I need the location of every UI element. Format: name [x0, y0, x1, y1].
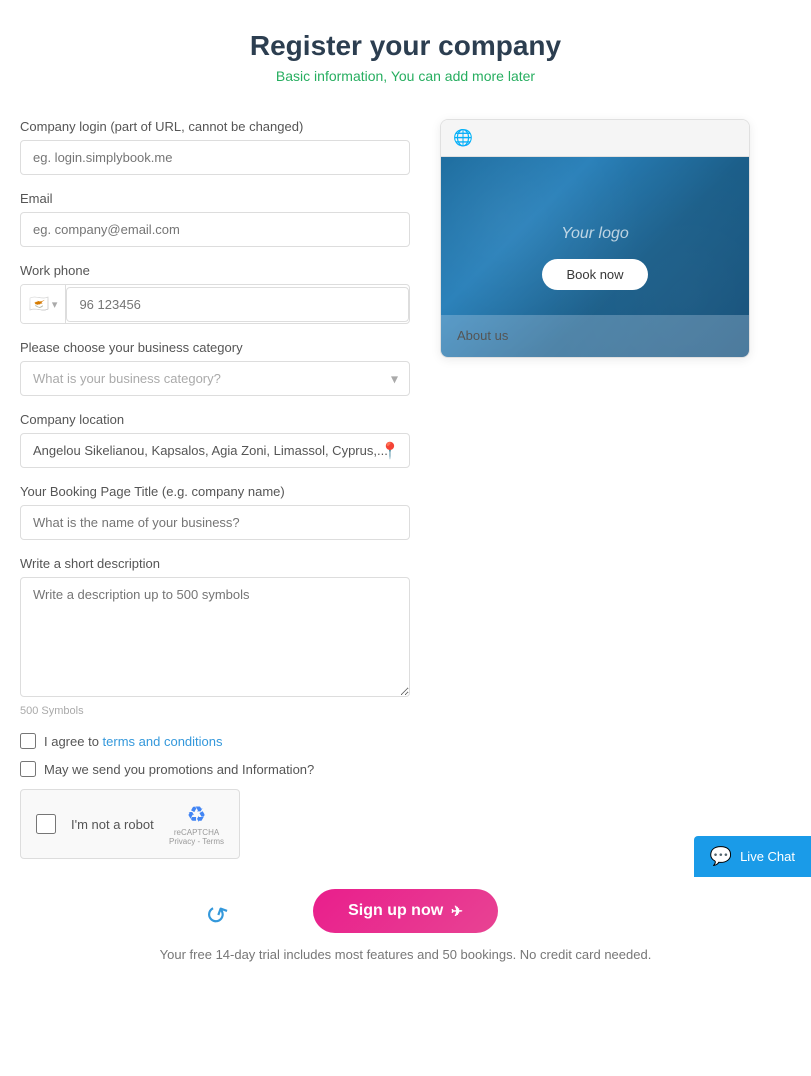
terms-checkbox-group: I agree to terms and conditions	[20, 733, 410, 749]
email-input[interactable]	[20, 212, 410, 247]
description-group: Write a short description 500 Symbols	[20, 556, 410, 717]
chat-icon: 💬	[710, 846, 732, 867]
description-label: Write a short description	[20, 556, 410, 571]
promotions-checkbox[interactable]	[20, 761, 36, 777]
recaptcha-icon: ♻	[187, 802, 207, 828]
preview-section: 🌐 Your logo Book now About us	[440, 119, 791, 358]
signup-button-label: Sign up now	[348, 902, 443, 920]
booking-title-label: Your Booking Page Title (e.g. company na…	[20, 484, 410, 499]
description-textarea[interactable]	[20, 577, 410, 697]
company-location-group: Company location 📍	[20, 412, 410, 468]
location-input-wrapper: 📍	[20, 433, 410, 468]
phone-label: Work phone	[20, 263, 410, 278]
page-container: Register your company Basic information,…	[0, 0, 811, 1076]
recaptcha-logo: ♻ reCAPTCHA Privacy - Terms	[169, 802, 224, 846]
company-login-input[interactable]	[20, 140, 410, 175]
your-logo-text: Your logo	[561, 225, 629, 243]
signup-button[interactable]: Sign up now ✈	[313, 889, 498, 933]
live-chat-button[interactable]: 💬 Live Chat	[694, 836, 811, 877]
main-content: Company login (part of URL, cannot be ch…	[20, 119, 791, 859]
signup-section: Sign up now ✈ Your free 14-day trial inc…	[20, 889, 791, 996]
business-category-label: Please choose your business category	[20, 340, 410, 355]
recaptcha-brand: reCAPTCHA	[174, 828, 219, 837]
promotions-checkbox-group: May we send you promotions and Informati…	[20, 761, 410, 777]
trial-text: Your free 14-day trial includes most fea…	[20, 945, 791, 965]
company-login-label: Company login (part of URL, cannot be ch…	[20, 119, 410, 134]
preview-card: 🌐 Your logo Book now About us	[440, 119, 750, 358]
about-us-label: About us	[457, 328, 508, 343]
page-header: Register your company Basic information,…	[20, 30, 791, 84]
business-category-select-wrapper: What is your business category? ▾	[20, 361, 410, 396]
book-now-button[interactable]: Book now	[542, 259, 647, 290]
arrow-decoration: ↺	[200, 897, 231, 934]
email-label: Email	[20, 191, 410, 206]
terms-checkbox[interactable]	[20, 733, 36, 749]
globe-icon: 🌐	[453, 128, 473, 148]
send-icon: ✈	[451, 903, 463, 920]
preview-about: About us	[441, 315, 749, 357]
terms-link[interactable]: terms and conditions	[103, 734, 223, 749]
recaptcha-widget[interactable]: I'm not a robot ♻ reCAPTCHA Privacy - Te…	[20, 789, 240, 859]
page-subtitle: Basic information, You can add more late…	[20, 68, 791, 84]
company-login-group: Company login (part of URL, cannot be ch…	[20, 119, 410, 175]
booking-title-group: Your Booking Page Title (e.g. company na…	[20, 484, 410, 540]
char-count: 500 Symbols	[20, 705, 410, 717]
business-category-select[interactable]: What is your business category?	[20, 361, 410, 396]
booking-title-input[interactable]	[20, 505, 410, 540]
location-input[interactable]	[20, 433, 410, 468]
phone-group: Work phone 🇨🇾 ▾	[20, 263, 410, 324]
phone-flag[interactable]: 🇨🇾 ▾	[21, 285, 66, 323]
preview-hero: Your logo Book now About us	[441, 157, 749, 357]
recaptcha-checkbox[interactable]	[36, 814, 56, 834]
business-category-group: Please choose your business category Wha…	[20, 340, 410, 396]
live-chat-label: Live Chat	[740, 849, 795, 864]
promotions-label[interactable]: May we send you promotions and Informati…	[44, 762, 314, 777]
page-title: Register your company	[20, 30, 791, 62]
recaptcha-label: I'm not a robot	[71, 817, 154, 832]
phone-input-wrapper: 🇨🇾 ▾	[20, 284, 410, 324]
phone-number-input[interactable]	[66, 287, 409, 322]
location-pin-icon: 📍	[380, 441, 400, 461]
preview-toolbar: 🌐	[441, 120, 749, 157]
email-group: Email	[20, 191, 410, 247]
registration-form: Company login (part of URL, cannot be ch…	[20, 119, 410, 859]
terms-label[interactable]: I agree to terms and conditions	[44, 734, 223, 749]
company-location-label: Company location	[20, 412, 410, 427]
recaptcha-privacy: Privacy - Terms	[169, 837, 224, 846]
